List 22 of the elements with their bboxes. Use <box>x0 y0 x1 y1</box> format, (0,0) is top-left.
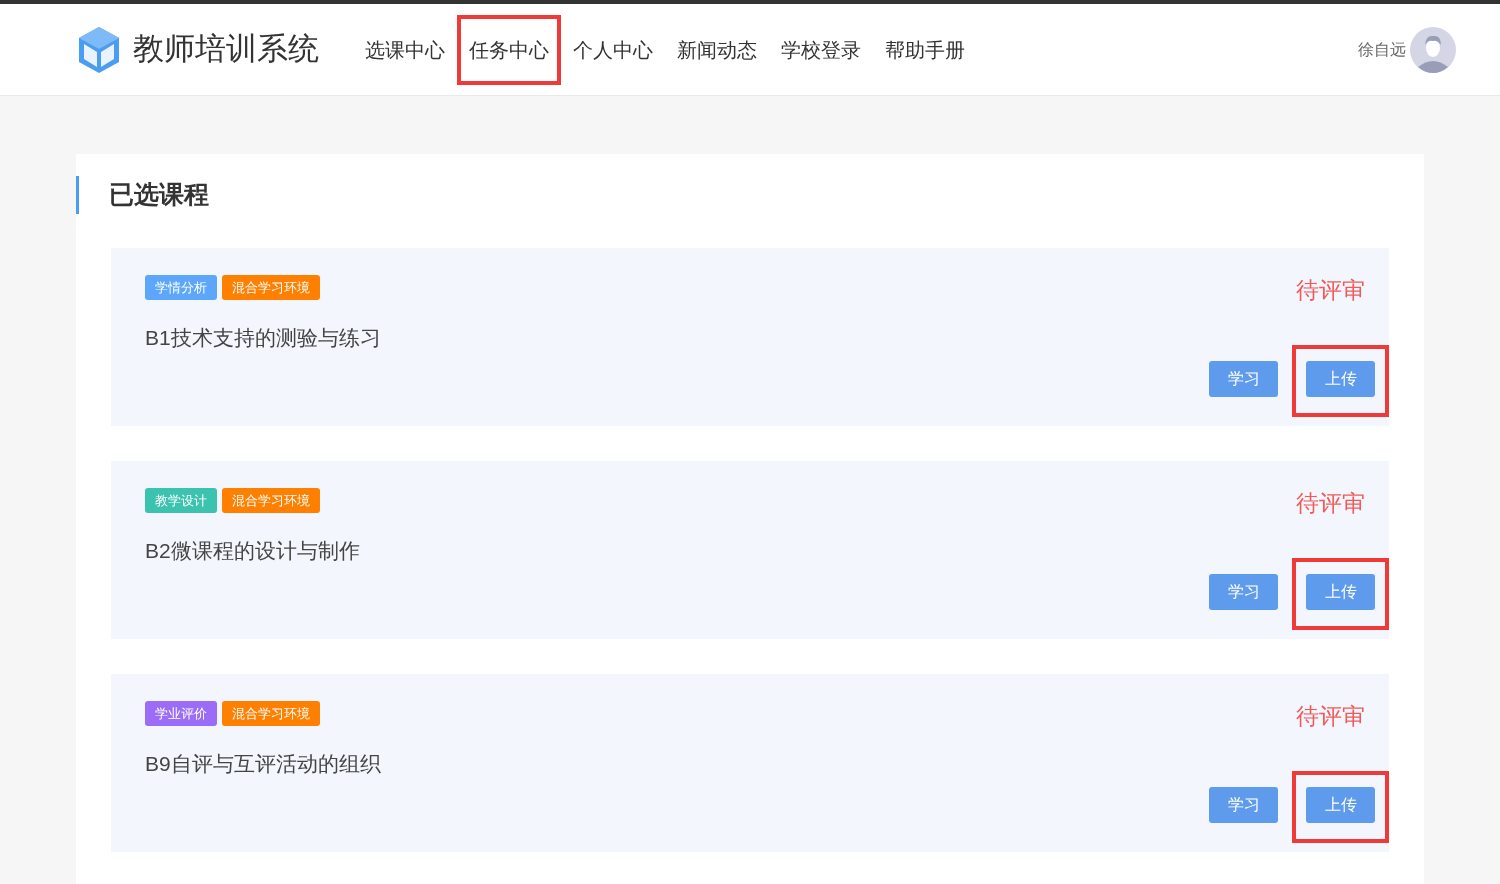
course-tag: 混合学习环境 <box>222 488 320 513</box>
course-tag: 混合学习环境 <box>222 275 320 300</box>
course-title: B2微课程的设计与制作 <box>145 538 361 564</box>
status-label: 待评审 <box>1296 489 1365 518</box>
course-tag: 混合学习环境 <box>222 701 320 726</box>
nav-link[interactable]: 新闻动态 <box>677 34 757 65</box>
nav-link[interactable]: 帮助手册 <box>885 34 965 65</box>
status-label: 待评审 <box>1296 702 1365 731</box>
nav-link[interactable]: 个人中心 <box>573 34 653 65</box>
course-tag: 学情分析 <box>145 275 217 300</box>
course-title: B1技术支持的测验与练习 <box>145 325 382 351</box>
nav-link[interactable]: 任务中心 <box>469 34 549 65</box>
avatar-icon[interactable] <box>1410 26 1456 73</box>
course-title: B9自评与互评活动的组织 <box>145 751 382 777</box>
logo-text: 教师培训系统 <box>133 30 319 69</box>
course-tag: 学业评价 <box>145 701 217 726</box>
nav-link[interactable]: 选课中心 <box>365 34 445 65</box>
course-tag: 教学设计 <box>145 488 217 513</box>
status-label: 待评审 <box>1296 276 1365 305</box>
user-name[interactable]: 徐自远 <box>1358 37 1406 62</box>
nav-link[interactable]: 学校登录 <box>781 34 861 65</box>
section-title: 已选课程 <box>109 179 209 211</box>
